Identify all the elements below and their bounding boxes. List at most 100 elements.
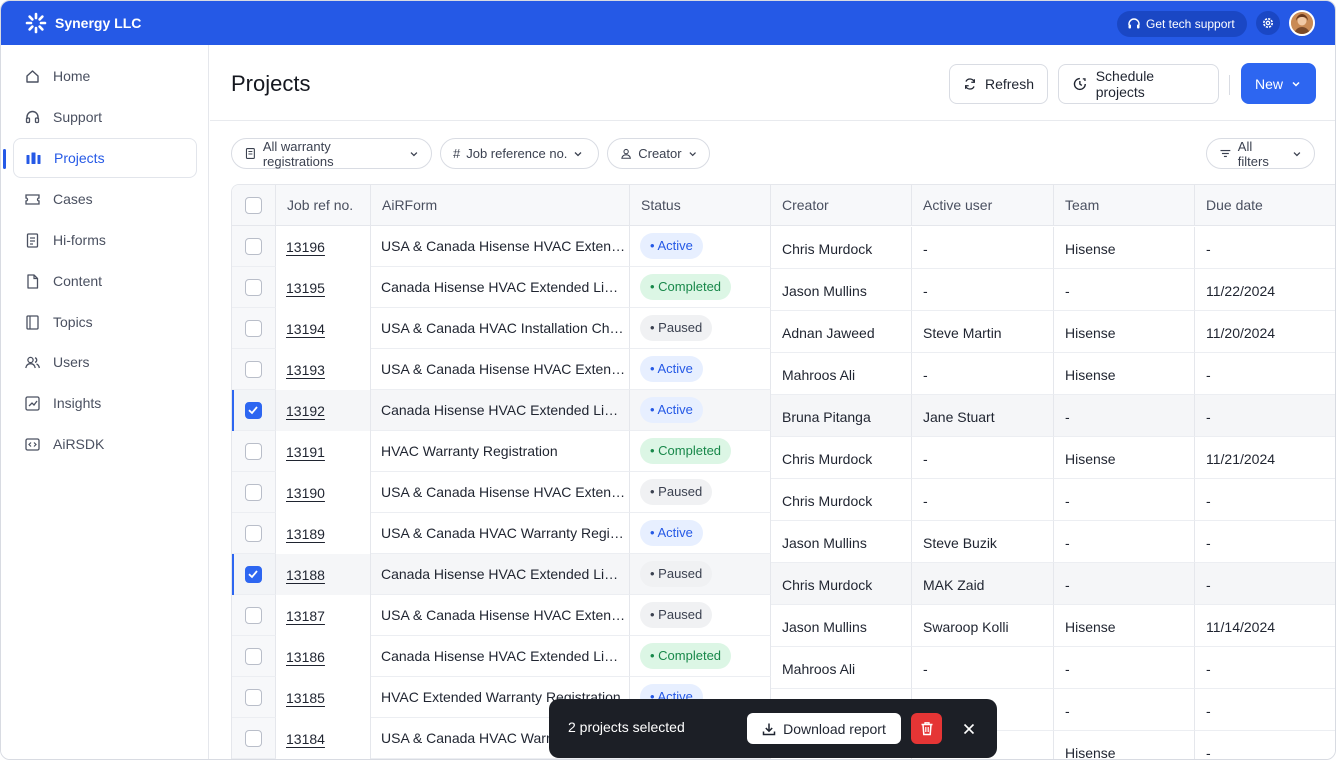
row-checkbox[interactable] bbox=[245, 402, 262, 419]
checkmark-icon bbox=[248, 406, 258, 415]
column-header-active-user[interactable]: Active user bbox=[912, 185, 1054, 226]
team-cell: - bbox=[1054, 479, 1195, 521]
book-icon bbox=[26, 314, 39, 330]
job-ref-link[interactable]: 13193 bbox=[286, 362, 325, 378]
users-icon bbox=[25, 356, 40, 368]
sidebar-item-users[interactable]: Users bbox=[13, 342, 197, 382]
sidebar-item-insights[interactable]: Insights bbox=[13, 383, 197, 423]
job-ref-link[interactable]: 13184 bbox=[286, 731, 325, 747]
status-cell: • Paused bbox=[630, 554, 771, 595]
delete-button[interactable] bbox=[911, 713, 942, 744]
sidebar-item-projects[interactable]: Projects bbox=[13, 138, 197, 178]
team-cell: - bbox=[1054, 689, 1195, 731]
filter-lines-icon bbox=[1220, 149, 1231, 158]
row-checkbox[interactable] bbox=[245, 238, 262, 255]
select-all-cell bbox=[232, 185, 276, 226]
status-badge: • Active bbox=[640, 356, 703, 382]
row-checkbox[interactable] bbox=[245, 607, 262, 624]
home-icon bbox=[26, 69, 39, 83]
team-cell: - bbox=[1054, 521, 1195, 563]
column-header-airform[interactable]: AiRForm bbox=[371, 185, 630, 226]
warranty-filter-chip[interactable]: All warranty registrations bbox=[231, 138, 432, 169]
code-icon bbox=[25, 437, 40, 451]
sidebar-item-label: Hi-forms bbox=[53, 232, 106, 248]
chevron-down-icon bbox=[1293, 151, 1301, 156]
row-checkbox[interactable] bbox=[245, 730, 262, 747]
row-select-cell bbox=[232, 267, 276, 308]
creator-cell: Mahroos Ali bbox=[771, 353, 912, 395]
close-selection-button[interactable] bbox=[959, 719, 979, 739]
job-ref-link[interactable]: 13187 bbox=[286, 608, 325, 624]
due-date-cell: - bbox=[1195, 647, 1335, 689]
active-user-cell: - bbox=[912, 353, 1054, 395]
download-report-button[interactable]: Download report bbox=[747, 713, 901, 744]
airform-cell: Canada Hisense HVAC Extended Limited War… bbox=[371, 390, 630, 431]
job-ref-link[interactable]: 13189 bbox=[286, 526, 325, 542]
column-header-job-ref[interactable]: Job ref no. bbox=[276, 185, 371, 226]
sidebar-item-home[interactable]: Home bbox=[13, 56, 197, 96]
team-cell: Hisense bbox=[1054, 731, 1195, 759]
row-select-cell bbox=[232, 513, 276, 554]
new-button[interactable]: New bbox=[1241, 63, 1316, 104]
row-checkbox[interactable] bbox=[245, 279, 262, 296]
job-ref-link[interactable]: 13190 bbox=[286, 485, 325, 501]
page-title: Projects bbox=[231, 71, 311, 96]
toolbar-divider bbox=[1229, 75, 1230, 95]
row-checkbox[interactable] bbox=[245, 689, 262, 706]
status-badge: • Completed bbox=[640, 274, 732, 300]
close-icon bbox=[963, 723, 975, 735]
job-ref-link[interactable]: 13192 bbox=[286, 403, 325, 419]
all-filters-button[interactable]: All filters bbox=[1206, 138, 1315, 169]
select-all-checkbox[interactable] bbox=[245, 197, 262, 214]
status-cell: • Completed bbox=[630, 636, 771, 677]
row-select-cell bbox=[232, 677, 276, 718]
headset-icon bbox=[1128, 18, 1140, 29]
sidebar-item-hi-forms[interactable]: Hi-forms bbox=[13, 220, 197, 260]
job-ref-link[interactable]: 13186 bbox=[286, 649, 325, 665]
row-checkbox[interactable] bbox=[245, 525, 262, 542]
team-cell: Hisense bbox=[1054, 437, 1195, 479]
column-header-due-date[interactable]: Due date bbox=[1195, 185, 1335, 226]
job-ref-link[interactable]: 13188 bbox=[286, 567, 325, 583]
job-ref-link[interactable]: 13195 bbox=[286, 280, 325, 296]
job-ref-link[interactable]: 13185 bbox=[286, 690, 325, 706]
refresh-button[interactable]: Refresh bbox=[949, 64, 1048, 104]
job-reference-filter-chip[interactable]: # Job reference no. bbox=[440, 138, 599, 169]
column-header-status[interactable]: Status bbox=[630, 185, 771, 226]
team-cell: Hisense bbox=[1054, 227, 1195, 269]
sidebar-item-label: Content bbox=[53, 273, 103, 289]
row-checkbox[interactable] bbox=[245, 484, 262, 501]
brand[interactable]: Synergy LLC bbox=[25, 12, 141, 34]
sidebar-item-label: Insights bbox=[53, 395, 102, 411]
job-ref-cell: 13187 bbox=[276, 595, 371, 637]
schedule-projects-button[interactable]: Schedule projects bbox=[1058, 64, 1219, 104]
active-user-cell: - bbox=[912, 647, 1054, 689]
job-ref-link[interactable]: 13196 bbox=[286, 239, 325, 255]
row-checkbox[interactable] bbox=[245, 648, 262, 665]
row-checkbox[interactable] bbox=[245, 443, 262, 460]
job-ref-link[interactable]: 13191 bbox=[286, 444, 325, 460]
sparkle-logo-icon bbox=[25, 12, 47, 34]
creator-filter-chip[interactable]: Creator bbox=[607, 138, 710, 169]
column-header-creator[interactable]: Creator bbox=[771, 185, 912, 226]
due-date-cell: - bbox=[1195, 395, 1335, 437]
row-checkbox[interactable] bbox=[245, 361, 262, 378]
settings-button[interactable] bbox=[1256, 11, 1280, 35]
user-avatar[interactable] bbox=[1289, 10, 1315, 36]
status-cell: • Paused bbox=[630, 595, 771, 636]
job-ref-link[interactable]: 13194 bbox=[286, 321, 325, 337]
sidebar-item-label: Support bbox=[53, 109, 103, 125]
chevron-down-icon bbox=[1292, 81, 1300, 87]
sidebar-item-support[interactable]: Support bbox=[13, 97, 197, 137]
due-date-cell: 11/14/2024 bbox=[1195, 605, 1335, 647]
row-select-cell bbox=[232, 308, 276, 349]
sidebar-item-cases[interactable]: Cases bbox=[13, 179, 197, 219]
column-header-team[interactable]: Team bbox=[1054, 185, 1195, 226]
get-tech-support-button[interactable]: Get tech support bbox=[1117, 11, 1247, 37]
sidebar-item-content[interactable]: Content bbox=[13, 261, 197, 301]
row-checkbox[interactable] bbox=[245, 320, 262, 337]
airform-cell: USA & Canada Hisense HVAC Extended Limit… bbox=[371, 472, 630, 513]
row-checkbox[interactable] bbox=[245, 566, 262, 583]
sidebar-item-airsdk[interactable]: AiRSDK bbox=[13, 424, 197, 464]
sidebar-item-topics[interactable]: Topics bbox=[13, 302, 197, 342]
